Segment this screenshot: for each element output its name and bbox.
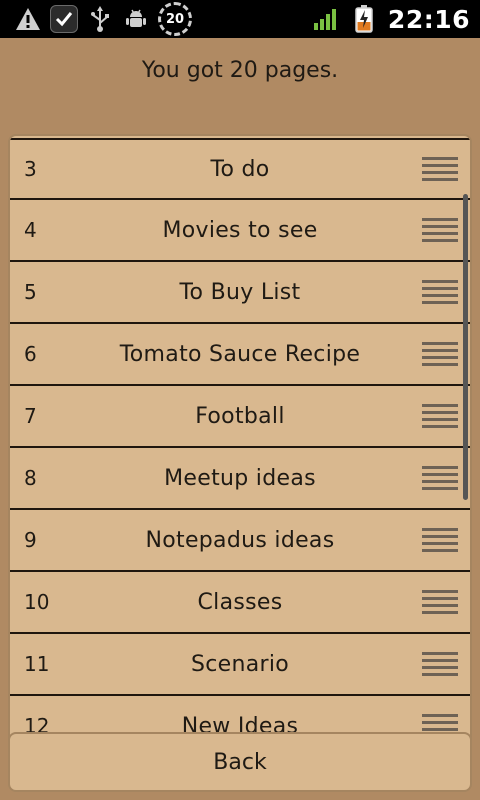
timer-badge-text: 20 [165, 11, 185, 27]
page-number: 9 [24, 528, 37, 552]
page-number: 10 [24, 590, 50, 614]
usb-icon [86, 5, 114, 33]
page-title: Scenario [190, 651, 290, 677]
drag-handle-icon[interactable] [410, 590, 470, 614]
drag-handle-icon[interactable] [410, 652, 470, 676]
page-title: Movies to see [162, 217, 318, 243]
drag-handle-icon[interactable] [410, 157, 470, 181]
page-row[interactable]: 8 Meetup ideas [10, 448, 470, 510]
drag-handle-icon[interactable] [410, 528, 470, 552]
page-number: 3 [24, 157, 37, 181]
page-number: 11 [24, 652, 50, 676]
main-area: You got 20 pages. 3 To do 4 Movies to se… [0, 38, 480, 800]
page-title: Notepadus ideas [145, 527, 335, 553]
page-number: 8 [24, 466, 37, 490]
android-debug-icon [122, 5, 150, 33]
battery-charging-icon [350, 5, 378, 33]
page-count-text: You got 20 pages. [141, 58, 339, 83]
page-row[interactable]: 6 Tomato Sauce Recipe [10, 324, 470, 386]
drag-handle-icon[interactable] [410, 218, 470, 242]
page-number: 7 [24, 404, 37, 428]
page-title: To do [210, 156, 270, 182]
scrollbar[interactable] [463, 194, 468, 500]
page-number: 4 [24, 218, 37, 242]
timer-icon: 20 [158, 2, 192, 36]
drag-handle-icon[interactable] [410, 342, 470, 366]
page-row[interactable]: 5 To Buy List [10, 262, 470, 324]
clock: 22:16 [387, 4, 470, 34]
warning-icon [14, 5, 42, 33]
status-bar: 20 22:16 [0, 0, 480, 38]
page-row[interactable]: 11 Scenario [10, 634, 470, 696]
page-title: Meetup ideas [164, 465, 316, 491]
drag-handle-icon[interactable] [410, 404, 470, 428]
page-number: 5 [24, 280, 37, 304]
task-check-icon [50, 5, 78, 33]
page-title: Football [195, 403, 285, 429]
pages-list[interactable]: 3 To do 4 Movies to see 5 To Buy List 6 … [10, 138, 470, 752]
page-row[interactable]: 9 Notepadus ideas [10, 510, 470, 572]
page-title: To Buy List [179, 279, 301, 305]
page-row[interactable]: 3 To do [10, 138, 470, 200]
signal-icon [312, 5, 340, 33]
page-number: 6 [24, 342, 37, 366]
pages-list-panel[interactable]: 3 To do 4 Movies to see 5 To Buy List 6 … [8, 134, 472, 754]
page-title: Tomato Sauce Recipe [119, 341, 361, 367]
drag-handle-icon[interactable] [410, 466, 470, 490]
back-button[interactable]: Back [8, 732, 472, 792]
page-row[interactable]: 7 Football [10, 386, 470, 448]
page-row[interactable]: 10 Classes [10, 572, 470, 634]
drag-handle-icon[interactable] [410, 280, 470, 304]
page-row[interactable]: 4 Movies to see [10, 200, 470, 262]
page-title: Classes [197, 589, 283, 615]
